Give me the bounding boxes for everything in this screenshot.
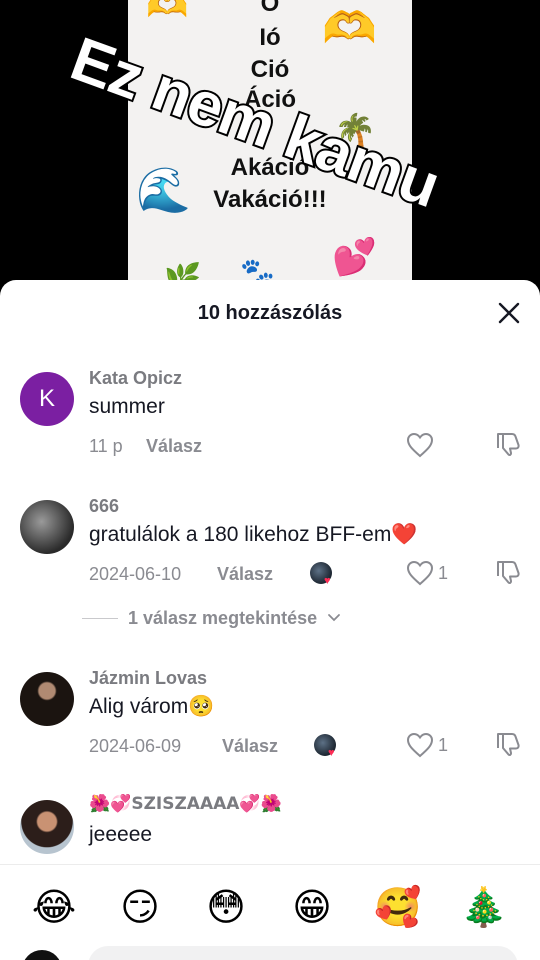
close-icon[interactable] [496,300,522,326]
comment-item: Jázmin Lovas Alig várom🥺 2024-06-09 Vála… [0,666,540,776]
hearts-sticker: 💕 [332,237,377,278]
creator-heart-icon: ♥ [324,575,331,587]
heart-icon[interactable] [406,732,434,758]
heart-icon[interactable] [406,560,434,586]
heart-hands-sticker: 🫶 [146,0,189,26]
view-replies-divider [82,617,118,619]
like-count: 1 [438,563,449,583]
dislike-icon[interactable] [494,430,522,458]
emoji-christmas-tree[interactable]: 🎄 [460,883,508,931]
comment-username[interactable]: 666 [89,496,119,517]
like-count: 1 [438,735,449,755]
comment-text: Alig várom🥺 [89,695,215,718]
comment-item: K Kata Opicz summer 11 p Válasz [0,366,540,466]
comment-time: 2024-06-10 [89,564,182,584]
chevron-down-icon [328,614,341,622]
heart-hands-sticker-2: 🫶 [322,3,377,54]
creator-heart-icon: ♥ [328,747,335,759]
reply-button[interactable]: Válasz [217,564,273,585]
comment-item: 666 gratulálok a 180 likehoz BFF-em❤️ 20… [0,494,540,604]
wave-sticker: 🌊 [136,165,191,216]
comments-sheet: 10 hozzászólás K Kata Opicz summer 11 p … [0,280,540,960]
comment-item: 🌺💞SZISZAAAA💞🌺 jeeeee [0,794,540,874]
video-player[interactable]: Ó Ió Ció Áció Akáció Vakáció!!! 🫶 🫶 🌊 🌴 … [0,0,540,300]
view-replies-button[interactable]: 1 válasz megtekintése [82,606,341,630]
heart-icon[interactable] [406,432,434,458]
avatar[interactable] [20,800,74,854]
comment-time: 2024-06-09 [89,736,182,756]
comment-username[interactable]: 🌺💞SZISZAAAA💞🌺 [89,794,282,814]
emoji-tears-of-joy[interactable]: 😂 [30,883,78,931]
avatar[interactable] [20,672,74,726]
comment-time: 11 p [89,436,123,456]
comment-username[interactable]: Jázmin Lovas [89,668,207,689]
reply-button[interactable]: Válasz [146,436,202,457]
view-replies-label: 1 válasz megtekintése [128,607,318,628]
emoji-grin[interactable]: 😁 [288,883,336,931]
comment-count-title: 10 hozzászólás [197,302,343,324]
emoji-flushed[interactable]: 😳 [202,883,250,931]
emoji-smirk[interactable]: 😏 [116,883,164,931]
dislike-icon[interactable] [494,730,522,758]
comment-text: summer [89,395,165,418]
avatar[interactable] [20,500,74,554]
sheet-header: 10 hozzászólás [0,280,540,348]
comment-input[interactable] [88,946,518,960]
comment-text: jeeeee [89,823,153,846]
comment-username[interactable]: Kata Opicz [89,368,182,389]
avatar[interactable]: K [20,372,74,426]
emoji-smiling-hearts[interactable]: 🥰 [374,883,422,931]
comment-text: gratulálok a 180 likehoz BFF-em❤️ [89,523,418,546]
reply-button[interactable]: Válasz [222,736,278,757]
dislike-icon[interactable] [494,558,522,586]
